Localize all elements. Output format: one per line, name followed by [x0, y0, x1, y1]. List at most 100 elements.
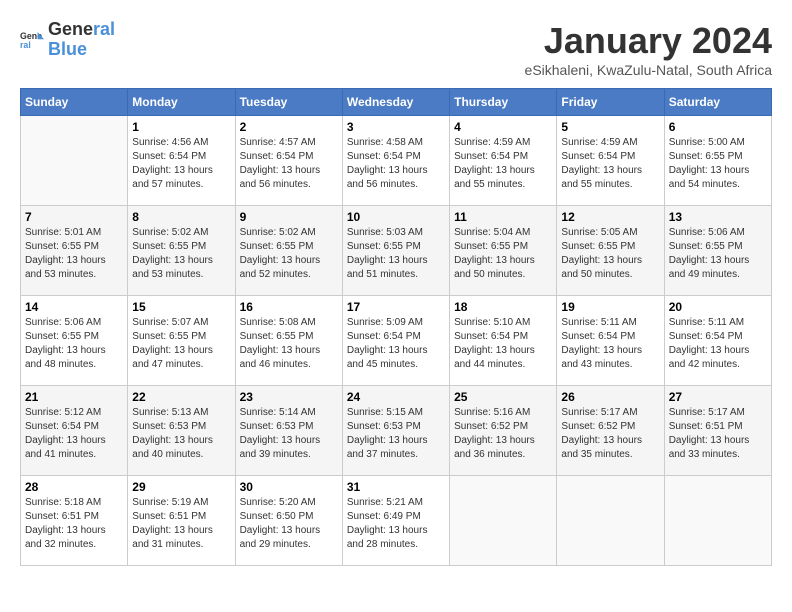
calendar-cell: 30 Sunrise: 5:20 AM Sunset: 6:50 PM Dayli…	[235, 476, 342, 566]
day-info: Sunrise: 5:15 AM Sunset: 6:53 PM Dayligh…	[347, 406, 445, 462]
logo-blue-text: Blue	[48, 40, 115, 60]
logo: Gene ral General Blue	[20, 20, 115, 60]
calendar-week-row: 21Sunrise: 5:12 AM Sunset: 6:54 PM Dayli…	[21, 386, 772, 476]
day-info: Sunrise: 5:03 AM Sunset: 6:55 PM Dayligh…	[347, 226, 445, 282]
day-number: 26	[561, 390, 659, 404]
day-number: 25	[454, 390, 552, 404]
calendar-cell	[557, 476, 664, 566]
day-info: Sunrise: 5:21 AM Sunset: 6:49 PM Dayligh…	[347, 496, 445, 552]
day-number: 21	[25, 390, 123, 404]
weekday-header: Friday	[557, 89, 664, 116]
title-area: January 2024 eSikhaleni, KwaZulu-Natal, …	[525, 20, 772, 78]
weekday-header: Wednesday	[342, 89, 449, 116]
day-number: 24	[347, 390, 445, 404]
day-number: 6	[669, 120, 767, 134]
day-info: Sunrise: 5:02 AM Sunset: 6:55 PM Dayligh…	[132, 226, 230, 282]
header: Gene ral General Blue January 2024 eSikh…	[20, 20, 772, 78]
logo-icon: Gene ral	[20, 28, 44, 52]
weekday-header: Tuesday	[235, 89, 342, 116]
calendar-cell: 18Sunrise: 5:10 AM Sunset: 6:54 PM Dayli…	[450, 296, 557, 386]
calendar-cell: 7 Sunrise: 5:01 AM Sunset: 6:55 PM Daylig…	[21, 206, 128, 296]
day-number: 8	[132, 210, 230, 224]
day-info: Sunrise: 4:59 AM Sunset: 6:54 PM Dayligh…	[454, 136, 552, 192]
day-number: 12	[561, 210, 659, 224]
day-number: 28	[25, 480, 123, 494]
calendar-cell: 26 Sunrise: 5:17 AM Sunset: 6:52 PM Dayli…	[557, 386, 664, 476]
day-info: Sunrise: 5:00 AM Sunset: 6:55 PM Dayligh…	[669, 136, 767, 192]
day-info: Sunrise: 5:05 AM Sunset: 6:55 PM Dayligh…	[561, 226, 659, 282]
calendar-cell	[21, 116, 128, 206]
calendar-week-row: 1 Sunrise: 4:56 AM Sunset: 6:54 PM Daylig…	[21, 116, 772, 206]
day-number: 19	[561, 300, 659, 314]
calendar-cell: 19Sunrise: 5:11 AM Sunset: 6:54 PM Dayli…	[557, 296, 664, 386]
day-info: Sunrise: 5:17 AM Sunset: 6:51 PM Dayligh…	[669, 406, 767, 462]
day-number: 7	[25, 210, 123, 224]
calendar-cell: 10 Sunrise: 5:03 AM Sunset: 6:55 PM Dayli…	[342, 206, 449, 296]
day-number: 2	[240, 120, 338, 134]
day-number: 20	[669, 300, 767, 314]
logo-general-text: General	[48, 20, 115, 40]
day-number: 5	[561, 120, 659, 134]
day-number: 22	[132, 390, 230, 404]
day-number: 29	[132, 480, 230, 494]
day-number: 31	[347, 480, 445, 494]
day-number: 11	[454, 210, 552, 224]
calendar-cell: 23Sunrise: 5:14 AM Sunset: 6:53 PM Dayli…	[235, 386, 342, 476]
day-info: Sunrise: 5:14 AM Sunset: 6:53 PM Dayligh…	[240, 406, 338, 462]
weekday-header: Saturday	[664, 89, 771, 116]
day-info: Sunrise: 5:06 AM Sunset: 6:55 PM Dayligh…	[669, 226, 767, 282]
calendar-week-row: 14Sunrise: 5:06 AM Sunset: 6:55 PM Dayli…	[21, 296, 772, 386]
calendar-cell: 20 Sunrise: 5:11 AM Sunset: 6:54 PM Dayli…	[664, 296, 771, 386]
day-info: Sunrise: 5:11 AM Sunset: 6:54 PM Dayligh…	[669, 316, 767, 372]
calendar-cell: 8 Sunrise: 5:02 AM Sunset: 6:55 PM Daylig…	[128, 206, 235, 296]
day-info: Sunrise: 5:17 AM Sunset: 6:52 PM Dayligh…	[561, 406, 659, 462]
day-number: 1	[132, 120, 230, 134]
weekday-header: Thursday	[450, 89, 557, 116]
day-info: Sunrise: 4:56 AM Sunset: 6:54 PM Dayligh…	[132, 136, 230, 192]
calendar-cell: 11Sunrise: 5:04 AM Sunset: 6:55 PM Dayli…	[450, 206, 557, 296]
day-number: 30	[240, 480, 338, 494]
calendar-cell: 25Sunrise: 5:16 AM Sunset: 6:52 PM Dayli…	[450, 386, 557, 476]
calendar-cell: 5 Sunrise: 4:59 AM Sunset: 6:54 PM Daylig…	[557, 116, 664, 206]
day-number: 16	[240, 300, 338, 314]
calendar-cell: 28Sunrise: 5:18 AM Sunset: 6:51 PM Dayli…	[21, 476, 128, 566]
day-number: 4	[454, 120, 552, 134]
calendar-cell: 31 Sunrise: 5:21 AM Sunset: 6:49 PM Dayli…	[342, 476, 449, 566]
day-number: 15	[132, 300, 230, 314]
calendar-cell: 13 Sunrise: 5:06 AM Sunset: 6:55 PM Dayli…	[664, 206, 771, 296]
day-number: 27	[669, 390, 767, 404]
calendar-header-row: SundayMondayTuesdayWednesdayThursdayFrid…	[21, 89, 772, 116]
calendar-week-row: 7 Sunrise: 5:01 AM Sunset: 6:55 PM Daylig…	[21, 206, 772, 296]
calendar-cell: 17 Sunrise: 5:09 AM Sunset: 6:54 PM Dayli…	[342, 296, 449, 386]
day-info: Sunrise: 5:01 AM Sunset: 6:55 PM Dayligh…	[25, 226, 123, 282]
day-number: 3	[347, 120, 445, 134]
calendar-cell: 6 Sunrise: 5:00 AM Sunset: 6:55 PM Daylig…	[664, 116, 771, 206]
calendar-cell: 9Sunrise: 5:02 AM Sunset: 6:55 PM Daylig…	[235, 206, 342, 296]
day-info: Sunrise: 5:08 AM Sunset: 6:55 PM Dayligh…	[240, 316, 338, 372]
weekday-header: Monday	[128, 89, 235, 116]
day-info: Sunrise: 5:07 AM Sunset: 6:55 PM Dayligh…	[132, 316, 230, 372]
day-number: 17	[347, 300, 445, 314]
day-number: 14	[25, 300, 123, 314]
weekday-header: Sunday	[21, 89, 128, 116]
day-info: Sunrise: 5:10 AM Sunset: 6:54 PM Dayligh…	[454, 316, 552, 372]
day-info: Sunrise: 5:13 AM Sunset: 6:53 PM Dayligh…	[132, 406, 230, 462]
day-info: Sunrise: 4:59 AM Sunset: 6:54 PM Dayligh…	[561, 136, 659, 192]
calendar-cell: 2Sunrise: 4:57 AM Sunset: 6:54 PM Daylig…	[235, 116, 342, 206]
calendar-table: SundayMondayTuesdayWednesdayThursdayFrid…	[20, 88, 772, 566]
calendar-cell: 21Sunrise: 5:12 AM Sunset: 6:54 PM Dayli…	[21, 386, 128, 476]
calendar-cell: 22 Sunrise: 5:13 AM Sunset: 6:53 PM Dayli…	[128, 386, 235, 476]
day-number: 13	[669, 210, 767, 224]
calendar-cell: 3 Sunrise: 4:58 AM Sunset: 6:54 PM Daylig…	[342, 116, 449, 206]
svg-text:ral: ral	[20, 40, 31, 50]
day-info: Sunrise: 5:20 AM Sunset: 6:50 PM Dayligh…	[240, 496, 338, 552]
day-number: 10	[347, 210, 445, 224]
day-info: Sunrise: 4:58 AM Sunset: 6:54 PM Dayligh…	[347, 136, 445, 192]
location-title: eSikhaleni, KwaZulu-Natal, South Africa	[525, 62, 772, 78]
calendar-cell: 16 Sunrise: 5:08 AM Sunset: 6:55 PM Dayli…	[235, 296, 342, 386]
calendar-cell: 15 Sunrise: 5:07 AM Sunset: 6:55 PM Dayli…	[128, 296, 235, 386]
day-info: Sunrise: 5:09 AM Sunset: 6:54 PM Dayligh…	[347, 316, 445, 372]
calendar-cell	[664, 476, 771, 566]
calendar-cell: 4 Sunrise: 4:59 AM Sunset: 6:54 PM Daylig…	[450, 116, 557, 206]
calendar-week-row: 28Sunrise: 5:18 AM Sunset: 6:51 PM Dayli…	[21, 476, 772, 566]
